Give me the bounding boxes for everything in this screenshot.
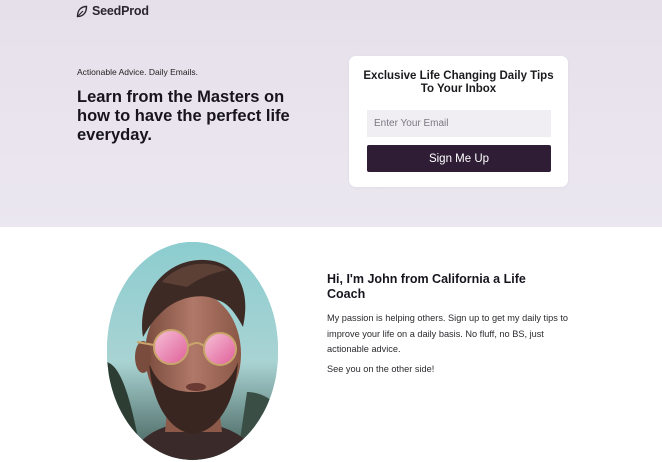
sign-me-up-button[interactable]: Sign Me Up (367, 145, 551, 172)
about-section: Hi, I'm John from California a Life Coac… (0, 227, 662, 462)
portrait-image (107, 242, 278, 460)
coach-portrait (107, 242, 278, 460)
brand-logo[interactable]: SeedProd (76, 4, 149, 18)
about-body: My passion is helping others. Sign up to… (327, 313, 569, 354)
signup-card: Exclusive Life Changing Daily Tips To Yo… (349, 56, 568, 187)
hero-tagline: Actionable Advice. Daily Emails. (77, 67, 198, 77)
hero-headline: Learn from the Masters on how to have th… (77, 88, 290, 144)
about-title: Hi, I'm John from California a Life Coac… (327, 272, 526, 301)
brand-name: SeedProd (92, 4, 149, 18)
about-closing: See you on the other side! (327, 364, 435, 374)
hero-section: SeedProd Actionable Advice. Daily Emails… (0, 0, 662, 227)
leaf-icon (76, 5, 88, 17)
signup-card-title: Exclusive Life Changing Daily Tips To Yo… (363, 70, 554, 95)
email-input[interactable] (367, 110, 551, 137)
